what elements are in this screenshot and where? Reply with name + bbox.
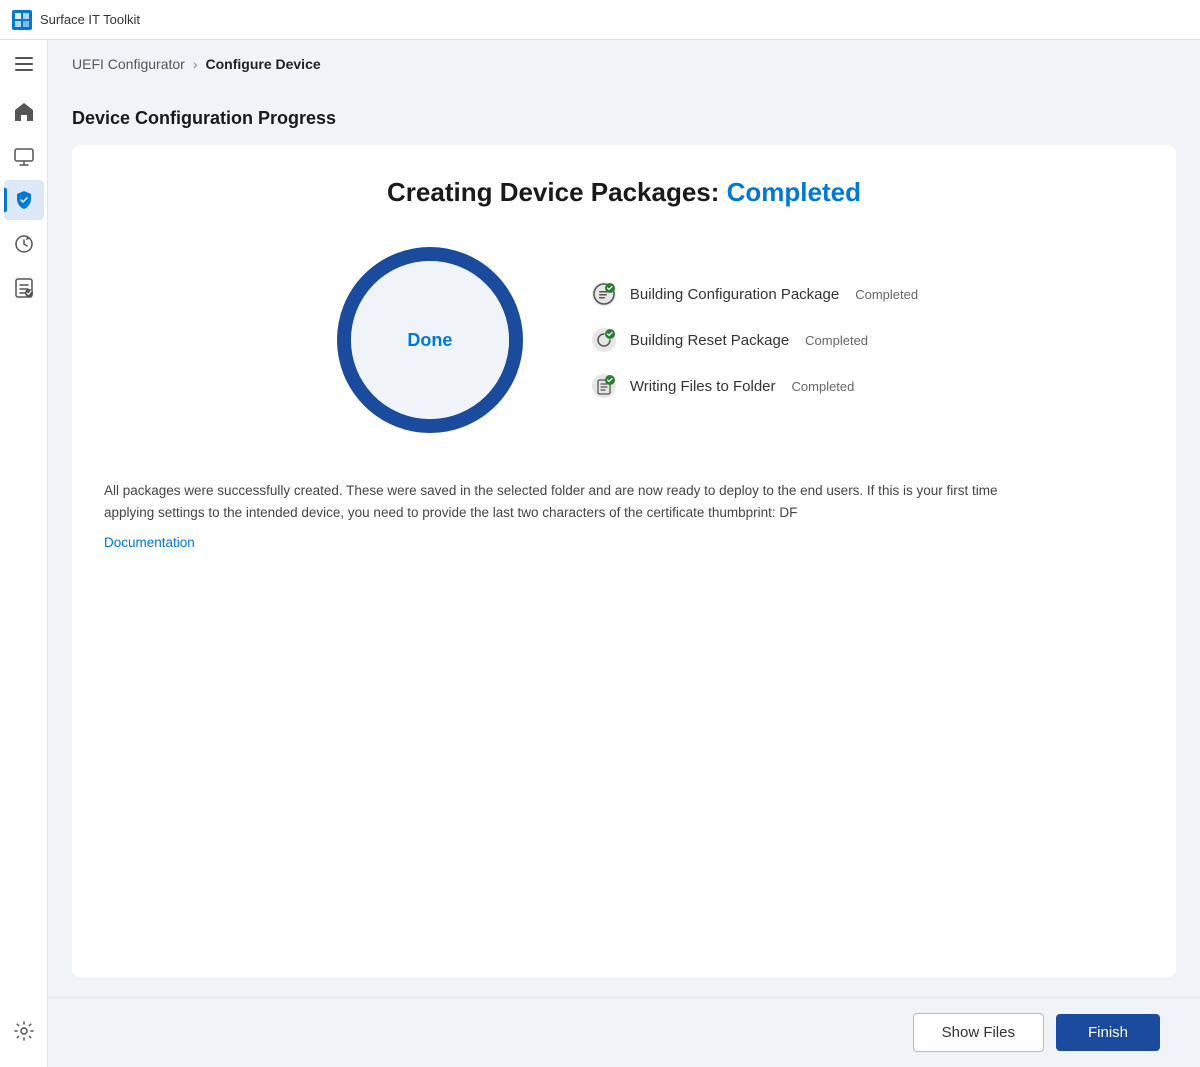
step-label-config: Building Configuration Package: [630, 286, 839, 303]
heading-status: Completed: [727, 177, 861, 207]
titlebar: Surface IT Toolkit: [0, 0, 1200, 40]
circle-label: Done: [407, 330, 452, 351]
sidebar: [0, 40, 48, 1067]
heading-prefix: Creating Device Packages:: [387, 177, 727, 207]
app-title: Surface IT Toolkit: [40, 12, 140, 27]
security-icon: [13, 189, 35, 211]
step-status-files: Completed: [792, 379, 855, 394]
finish-button[interactable]: Finish: [1056, 1014, 1160, 1051]
show-files-button[interactable]: Show Files: [913, 1013, 1044, 1052]
step-icon-files: [590, 372, 618, 400]
step-label-reset: Building Reset Package: [630, 332, 789, 349]
step-icon-config: [590, 280, 618, 308]
home-icon: [13, 101, 35, 123]
documentation-link[interactable]: Documentation: [104, 535, 1144, 550]
hamburger-menu[interactable]: [8, 48, 40, 80]
breadcrumb: UEFI Configurator › Configure Device: [48, 40, 1200, 88]
settings-icon: [13, 1020, 35, 1042]
sidebar-item-devices[interactable]: [4, 136, 44, 176]
sidebar-item-reports[interactable]: [4, 268, 44, 308]
progress-visual: Done: [104, 240, 1144, 440]
step-status-config: Completed: [855, 287, 918, 302]
sidebar-item-updates[interactable]: [4, 224, 44, 264]
progress-circle: Done: [330, 240, 530, 440]
main-card: Creating Device Packages: Completed Done: [72, 145, 1176, 977]
step-item-files: Writing Files to Folder Completed: [590, 372, 918, 400]
breadcrumb-parent: UEFI Configurator: [72, 56, 185, 72]
footer: Show Files Finish: [48, 997, 1200, 1067]
step-item-reset: Building Reset Package Completed: [590, 326, 918, 354]
step-item-config: Building Configuration Package Completed: [590, 280, 918, 308]
devices-icon: [13, 145, 35, 167]
breadcrumb-separator: ›: [193, 56, 198, 72]
page-content: Device Configuration Progress Creating D…: [48, 88, 1200, 997]
step-status-reset: Completed: [805, 333, 868, 348]
sidebar-item-settings[interactable]: [4, 1011, 44, 1051]
sidebar-item-security[interactable]: [4, 180, 44, 220]
breadcrumb-current: Configure Device: [206, 56, 321, 72]
step-icon-reset: [590, 326, 618, 354]
circle-inner: Done: [351, 261, 509, 419]
reports-icon: [13, 277, 35, 299]
app-icon: [12, 10, 32, 30]
steps-list: Building Configuration Package Completed: [590, 280, 918, 400]
progress-heading: Creating Device Packages: Completed: [104, 177, 1144, 208]
step-label-files: Writing Files to Folder: [630, 378, 776, 395]
updates-icon: [13, 233, 35, 255]
content-area: UEFI Configurator › Configure Device Dev…: [48, 40, 1200, 1067]
info-text: All packages were successfully created. …: [104, 480, 1004, 523]
sidebar-nav: [0, 92, 47, 308]
sidebar-item-home[interactable]: [4, 92, 44, 132]
page-title: Device Configuration Progress: [72, 108, 1176, 129]
